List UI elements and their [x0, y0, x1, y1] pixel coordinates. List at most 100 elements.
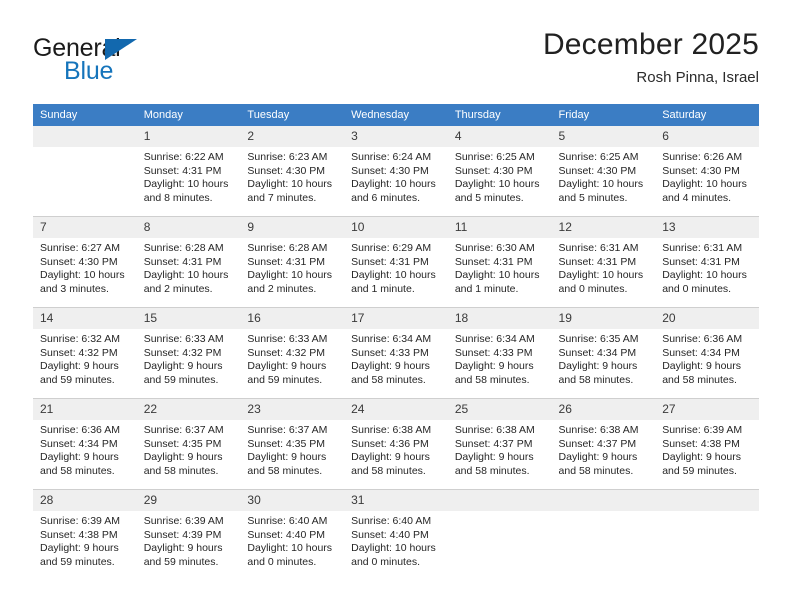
calendar-day-cell[interactable]: 19 Sunrise: 6:35 AM Sunset: 4:34 PM Dayligh… — [551, 307, 656, 399]
calendar-day-cell[interactable]: 4 Sunrise: 6:25 AM Sunset: 4:30 PM Daylight… — [447, 126, 552, 217]
daylight-line-1: Daylight: 10 hours — [662, 178, 747, 191]
generalblue-logo[interactable]: General Blue — [33, 34, 263, 90]
sunset-line: Sunset: 4:30 PM — [247, 164, 326, 177]
calendar-day-cell[interactable]: 23 Sunrise: 6:37 AM Sunset: 4:35 PM Dayligh… — [240, 398, 345, 490]
daylight-line-1: Daylight: 10 hours — [40, 269, 125, 282]
calendar-day-cell[interactable]: 5 Sunrise: 6:25 AM Sunset: 4:30 PM Daylight… — [551, 126, 656, 217]
calendar-day-cell[interactable]: 26 Sunrise: 6:38 AM Sunset: 4:37 PM Dayligh… — [551, 398, 656, 490]
day-details: Sunrise: 6:34 AM Sunset: 4:33 PM Daylight:… — [448, 329, 552, 387]
daylight-line-2: and 58 minutes. — [247, 464, 323, 477]
daylight-line-2: and 8 minutes. — [143, 191, 213, 204]
calendar-day-cell[interactable]: 29 Sunrise: 6:39 AM Sunset: 4:39 PM Dayligh… — [136, 489, 241, 580]
sunset-line: Sunset: 4:31 PM — [143, 164, 222, 177]
daylight-line-1: Daylight: 10 hours — [454, 269, 540, 282]
day-details — [448, 511, 552, 515]
calendar-day-cell[interactable]: 31 Sunrise: 6:40 AM Sunset: 4:40 PM Dayligh… — [344, 489, 448, 580]
day-details: Sunrise: 6:39 AM Sunset: 4:38 PM Daylight:… — [655, 420, 759, 478]
day-details: Sunrise: 6:29 AM Sunset: 4:31 PM Daylight:… — [344, 238, 448, 296]
calendar-day-cell[interactable]: 16 Sunrise: 6:33 AM Sunset: 4:32 PM Dayligh… — [240, 307, 345, 399]
calendar-day-cell[interactable]: 8 Sunrise: 6:28 AM Sunset: 4:31 PM Daylight… — [136, 216, 241, 308]
calendar-day-cell[interactable]: 25 Sunrise: 6:38 AM Sunset: 4:37 PM Dayligh… — [447, 398, 552, 490]
sunrise-line: Sunrise: 6:38 AM — [454, 424, 535, 436]
sunrise-line: Sunrise: 6:25 AM — [454, 151, 535, 163]
calendar-day-cell[interactable]: 7 Sunrise: 6:27 AM Sunset: 4:30 PM Daylight… — [33, 216, 137, 308]
sunset-line: Sunset: 4:30 PM — [351, 164, 429, 177]
calendar-day-cell[interactable]: 22 Sunrise: 6:37 AM Sunset: 4:35 PM Dayligh… — [136, 398, 241, 490]
weekday-header-friday: Friday — [551, 104, 656, 126]
day-details — [33, 147, 137, 151]
sunset-line: Sunset: 4:37 PM — [454, 437, 533, 450]
day-number — [655, 490, 759, 511]
sunset-line: Sunset: 4:39 PM — [143, 528, 222, 541]
calendar-day-cell[interactable]: 20 Sunrise: 6:36 AM Sunset: 4:34 PM Dayligh… — [655, 307, 759, 399]
day-number — [447, 490, 552, 511]
calendar-day-cell[interactable]: 11 Sunrise: 6:30 AM Sunset: 4:31 PM Dayligh… — [447, 216, 552, 308]
daylight-line-2: and 3 minutes. — [40, 282, 109, 295]
calendar-day-cell[interactable]: 17 Sunrise: 6:34 AM Sunset: 4:33 PM Dayligh… — [344, 307, 448, 399]
day-number: 2 — [240, 126, 345, 147]
daylight-line-2: and 0 minutes. — [558, 282, 628, 295]
sunrise-line: Sunrise: 6:39 AM — [662, 424, 743, 436]
daylight-line-1: Daylight: 9 hours — [40, 360, 119, 373]
sunrise-line: Sunrise: 6:40 AM — [351, 515, 432, 527]
day-number: 28 — [33, 490, 137, 511]
sunset-line: Sunset: 4:31 PM — [351, 255, 429, 268]
calendar-day-cell[interactable]: 30 Sunrise: 6:40 AM Sunset: 4:40 PM Dayligh… — [240, 489, 345, 580]
weekday-header-tuesday: Tuesday — [240, 104, 345, 126]
calendar-day-cell[interactable]: 1 Sunrise: 6:22 AM Sunset: 4:31 PM Daylight… — [136, 126, 241, 217]
daylight-line-2: and 58 minutes. — [558, 464, 634, 477]
sunset-line: Sunset: 4:30 PM — [454, 164, 533, 177]
daylight-line-1: Daylight: 9 hours — [662, 451, 742, 464]
calendar-day-cell[interactable]: 27 Sunrise: 6:39 AM Sunset: 4:38 PM Dayligh… — [655, 398, 759, 490]
calendar-day-cell[interactable]: 18 Sunrise: 6:34 AM Sunset: 4:33 PM Dayligh… — [447, 307, 552, 399]
calendar-day-cell[interactable]: 12 Sunrise: 6:31 AM Sunset: 4:31 PM Dayligh… — [551, 216, 656, 308]
sunrise-line: Sunrise: 6:34 AM — [351, 333, 432, 345]
calendar-day-cell[interactable]: 6 Sunrise: 6:26 AM Sunset: 4:30 PM Daylight… — [655, 126, 759, 217]
sunset-line: Sunset: 4:38 PM — [662, 437, 740, 450]
day-number: 23 — [240, 399, 345, 420]
day-number: 31 — [344, 490, 448, 511]
sunset-line: Sunset: 4:30 PM — [662, 164, 740, 177]
daylight-line-1: Daylight: 9 hours — [662, 360, 742, 373]
calendar-day-cell[interactable]: 9 Sunrise: 6:28 AM Sunset: 4:31 PM Daylight… — [240, 216, 345, 308]
calendar-day-cell[interactable]: 10 Sunrise: 6:29 AM Sunset: 4:31 PM Dayligh… — [344, 216, 448, 308]
day-details: Sunrise: 6:36 AM Sunset: 4:34 PM Daylight:… — [655, 329, 759, 387]
daylight-line-2: and 58 minutes. — [454, 373, 530, 386]
day-details: Sunrise: 6:32 AM Sunset: 4:32 PM Daylight:… — [33, 329, 137, 387]
calendar-day-cell[interactable]: 21 Sunrise: 6:36 AM Sunset: 4:34 PM Dayligh… — [33, 398, 137, 490]
day-number: 17 — [344, 308, 448, 329]
day-number: 16 — [240, 308, 345, 329]
calendar-day-cell[interactable]: 24 Sunrise: 6:38 AM Sunset: 4:36 PM Dayligh… — [344, 398, 448, 490]
calendar-day-cell[interactable]: 3 Sunrise: 6:24 AM Sunset: 4:30 PM Daylight… — [344, 126, 448, 217]
sunrise-line: Sunrise: 6:25 AM — [558, 151, 639, 163]
calendar-day-cell[interactable]: 14 Sunrise: 6:32 AM Sunset: 4:32 PM Dayligh… — [33, 307, 137, 399]
day-number: 9 — [240, 217, 345, 238]
daylight-line-2: and 59 minutes. — [143, 555, 219, 568]
day-number: 14 — [33, 308, 137, 329]
daylight-line-1: Daylight: 10 hours — [143, 269, 229, 282]
calendar-grid: Sunday Monday Tuesday Wednesday Thursday… — [33, 104, 759, 580]
day-number: 1 — [136, 126, 241, 147]
day-number: 6 — [655, 126, 759, 147]
calendar-day-cell[interactable]: 13 Sunrise: 6:31 AM Sunset: 4:31 PM Dayligh… — [655, 216, 759, 308]
day-details: Sunrise: 6:31 AM Sunset: 4:31 PM Daylight:… — [552, 238, 656, 296]
calendar-day-cell[interactable]: 15 Sunrise: 6:33 AM Sunset: 4:32 PM Dayligh… — [136, 307, 241, 399]
calendar-body: 1 Sunrise: 6:22 AM Sunset: 4:31 PM Daylight… — [33, 126, 759, 580]
day-number: 22 — [136, 399, 241, 420]
sunrise-line: Sunrise: 6:23 AM — [247, 151, 328, 163]
daylight-line-2: and 1 minute. — [454, 282, 519, 295]
sunset-line: Sunset: 4:35 PM — [247, 437, 326, 450]
page-subtitle-location: Rosh Pinna, Israel — [636, 69, 759, 86]
sunrise-line: Sunrise: 6:38 AM — [351, 424, 432, 436]
daylight-line-1: Daylight: 10 hours — [454, 178, 540, 191]
calendar-day-cell[interactable]: 28 Sunrise: 6:39 AM Sunset: 4:38 PM Dayligh… — [33, 489, 137, 580]
day-number: 30 — [240, 490, 345, 511]
daylight-line-2: and 4 minutes. — [662, 191, 732, 204]
daylight-line-2: and 0 minutes. — [351, 555, 420, 568]
day-details: Sunrise: 6:40 AM Sunset: 4:40 PM Daylight:… — [344, 511, 448, 569]
daylight-line-1: Daylight: 9 hours — [40, 542, 119, 555]
calendar-day-cell[interactable]: 2 Sunrise: 6:23 AM Sunset: 4:30 PM Daylight… — [240, 126, 345, 217]
daylight-line-2: and 6 minutes. — [351, 191, 420, 204]
day-number: 4 — [447, 126, 552, 147]
day-number: 19 — [551, 308, 656, 329]
